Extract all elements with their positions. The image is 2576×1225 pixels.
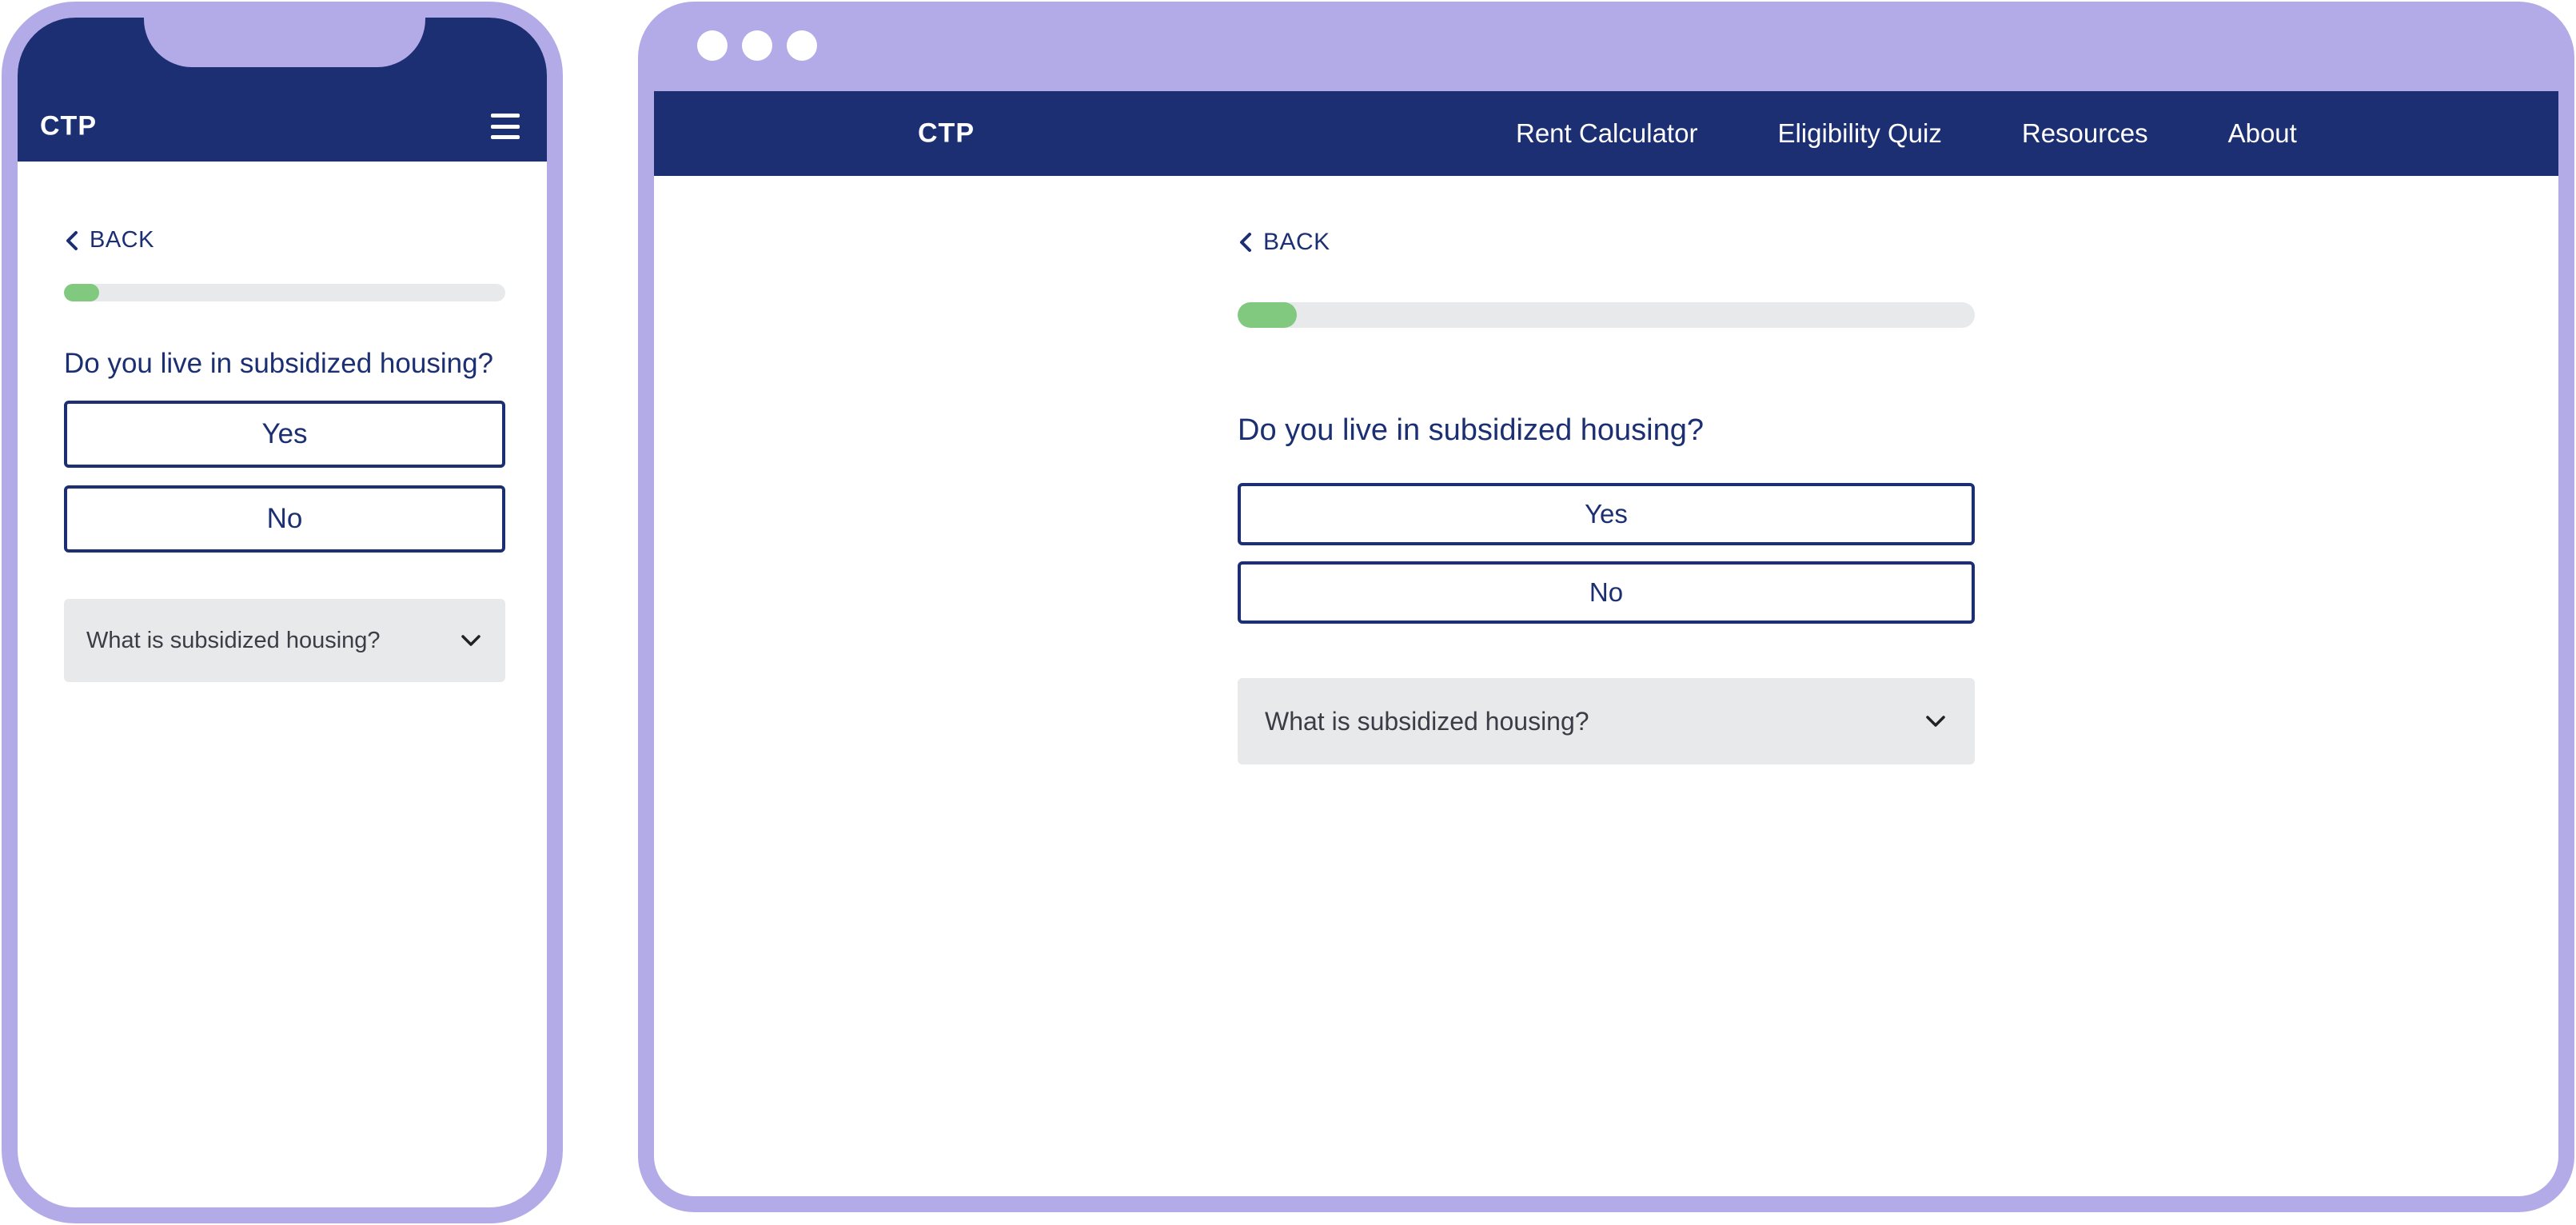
nav-link-eligibility-quiz[interactable]: Eligibility Quiz — [1777, 118, 1941, 149]
mobile-quiz-content: BACK Do you live in subsidized housing? … — [64, 162, 505, 682]
chevron-left-icon — [66, 230, 78, 250]
hamburger-menu-icon[interactable] — [491, 114, 520, 139]
question-text: Do you live in subsidized housing? — [64, 348, 493, 379]
window-close-dot[interactable] — [697, 30, 728, 61]
chevron-down-icon — [461, 635, 481, 646]
window-maximize-dot[interactable] — [787, 30, 817, 61]
window-controls — [697, 30, 817, 61]
subsidized-housing-accordion[interactable]: What is subsidized housing? — [1238, 678, 1975, 764]
nav-link-about[interactable]: About — [2228, 118, 2297, 149]
nav-links: Rent Calculator Eligibility Quiz Resourc… — [1516, 118, 2297, 149]
subsidized-housing-accordion[interactable]: What is subsidized housing? — [64, 599, 505, 682]
progress-bar — [64, 284, 505, 301]
question-text: Do you live in subsidized housing? — [1238, 413, 1705, 447]
progress-fill — [1238, 302, 1297, 328]
back-button[interactable]: BACK — [64, 227, 154, 253]
browser-viewport: CTP Rent Calculator Eligibility Quiz Res… — [654, 91, 2558, 1196]
no-button[interactable]: No — [1238, 561, 1975, 624]
window-minimize-dot[interactable] — [742, 30, 772, 61]
back-label: BACK — [90, 227, 154, 253]
no-button[interactable]: No — [64, 485, 505, 553]
accordion-label: What is subsidized housing? — [1265, 706, 1589, 736]
chevron-left-icon — [1240, 233, 1251, 252]
top-navigation: CTP Rent Calculator Eligibility Quiz Res… — [654, 91, 2558, 176]
mobile-device-frame: CTP BACK Do you live in subsidized housi… — [2, 2, 563, 1223]
brand-logo[interactable]: CTP — [918, 118, 975, 150]
nav-link-rent-calculator[interactable]: Rent Calculator — [1516, 118, 1697, 149]
yes-button[interactable]: Yes — [64, 401, 505, 468]
yes-button[interactable]: Yes — [1238, 483, 1975, 545]
desktop-browser-frame: CTP Rent Calculator Eligibility Quiz Res… — [638, 2, 2574, 1212]
back-label: BACK — [1263, 229, 1330, 255]
accordion-label: What is subsidized housing? — [86, 627, 381, 653]
progress-fill — [64, 284, 100, 301]
nav-link-resources[interactable]: Resources — [2022, 118, 2148, 149]
desktop-quiz-content: BACK Do you live in subsidized housing? … — [1238, 229, 1975, 764]
back-button[interactable]: BACK — [1238, 229, 1330, 256]
device-notch — [144, 18, 425, 67]
brand-logo[interactable]: CTP — [40, 111, 97, 142]
progress-bar — [1238, 302, 1975, 328]
chevron-down-icon — [1926, 716, 1945, 727]
